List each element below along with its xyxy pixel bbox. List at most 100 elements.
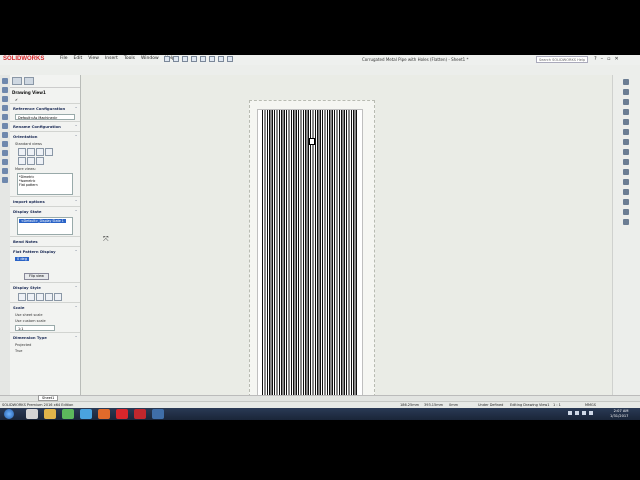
- hole-callout-icon[interactable]: [2, 150, 8, 156]
- help-search-input[interactable]: Search SOLIDWORKS Help: [536, 56, 588, 63]
- view-isometric-icon[interactable]: [36, 157, 44, 165]
- bend-notes-checkbox[interactable]: Bend Notes: [13, 239, 38, 244]
- hidden-lines-removed-icon[interactable]: [36, 293, 44, 301]
- reference-configuration-header[interactable]: Reference Configuration ˄: [10, 103, 80, 113]
- display-state-header[interactable]: Display State ˄: [10, 206, 80, 216]
- language-icon[interactable]: [589, 411, 593, 415]
- rename-configuration-header[interactable]: Rename Configuration ˅: [10, 121, 80, 131]
- view-back-icon[interactable]: [27, 148, 35, 156]
- file-explorer-icon[interactable]: [623, 99, 629, 105]
- orientation-header[interactable]: Orientation ˄: [10, 131, 80, 141]
- import-options-header[interactable]: Import options ˅: [10, 196, 80, 206]
- display-state-item[interactable]: <Default>_Display State 1: [19, 219, 66, 223]
- feature-manager-tab[interactable]: [12, 77, 22, 85]
- property-manager-tab[interactable]: [24, 77, 34, 85]
- more-view-flat-pattern[interactable]: Flat pattern: [19, 183, 71, 187]
- sketch-rectangle-icon[interactable]: [623, 179, 629, 185]
- dimension-type-header[interactable]: Dimension Type ˄: [10, 332, 80, 342]
- folder-taskbar-icon[interactable]: [44, 409, 56, 419]
- sketch-trim-icon[interactable]: [623, 219, 629, 225]
- wireframe-icon[interactable]: [18, 293, 26, 301]
- shaded-with-edges-icon[interactable]: [45, 293, 53, 301]
- view-left-icon[interactable]: [36, 148, 44, 156]
- view-front-icon[interactable]: [18, 148, 26, 156]
- solidworks-logo[interactable]: SOLIDWORKS: [3, 56, 44, 62]
- undo-icon[interactable]: [200, 56, 206, 62]
- drawing-view-flat-pattern[interactable]: [257, 109, 363, 397]
- volume-icon[interactable]: [575, 411, 579, 415]
- hidden-lines-visible-icon[interactable]: [27, 293, 35, 301]
- design-library-icon[interactable]: [623, 89, 629, 95]
- sketch-point-icon[interactable]: [623, 189, 629, 195]
- network-icon[interactable]: [568, 411, 572, 415]
- start-button-icon[interactable]: [4, 409, 14, 419]
- close-icon[interactable]: ✕: [615, 56, 619, 62]
- reference-configuration-select[interactable]: Default<As Machined>: [15, 114, 75, 120]
- model-items-icon[interactable]: [2, 87, 8, 93]
- note-icon[interactable]: [2, 96, 8, 102]
- menu-edit[interactable]: Edit: [74, 56, 83, 61]
- menu-window[interactable]: Window: [141, 56, 159, 61]
- sketch-text-icon[interactable]: [623, 209, 629, 215]
- menu-file[interactable]: File: [60, 56, 68, 61]
- menu-insert[interactable]: Insert: [105, 56, 118, 61]
- restore-icon[interactable]: ▫: [607, 56, 610, 62]
- select-icon[interactable]: [209, 56, 215, 62]
- custom-scale-select[interactable]: 1:1: [15, 325, 55, 331]
- display-state-list[interactable]: <Default>_Display State 1: [17, 217, 73, 235]
- graphics-area[interactable]: ⤧: [81, 75, 612, 402]
- more-views-list[interactable]: *Dimetric *Isometric Flat pattern: [17, 173, 73, 195]
- forum-icon[interactable]: [623, 139, 629, 145]
- recorder-taskbar-icon[interactable]: [152, 409, 164, 419]
- flip-view-button[interactable]: Flip view: [24, 273, 49, 280]
- print-icon[interactable]: [191, 56, 197, 62]
- open-folder-icon[interactable]: [173, 56, 179, 62]
- sketch-circle-icon[interactable]: [623, 159, 629, 165]
- view-bottom-icon[interactable]: [27, 157, 35, 165]
- table-icon[interactable]: [2, 177, 8, 183]
- status-scale[interactable]: 1 : 1: [553, 403, 561, 407]
- rebuild-icon[interactable]: [218, 56, 224, 62]
- appearances-icon[interactable]: [623, 119, 629, 125]
- status-units[interactable]: MMGS: [585, 403, 596, 407]
- shaded-icon[interactable]: [54, 293, 62, 301]
- menu-tools[interactable]: Tools: [124, 56, 135, 61]
- scale-header[interactable]: Scale ˄: [10, 302, 80, 312]
- taskbar-clock[interactable]: 2:07 AM 1/31/2017: [610, 409, 628, 419]
- display-style-header[interactable]: Display Style ˄: [10, 282, 80, 292]
- balloon-icon[interactable]: [2, 105, 8, 111]
- use-custom-scale-radio[interactable]: Use custom scale: [10, 318, 80, 324]
- view-top-icon[interactable]: [18, 157, 26, 165]
- menu-view[interactable]: View: [88, 56, 99, 61]
- flat-pattern-display-header[interactable]: Flat Pattern Display ˄: [10, 246, 80, 256]
- geometric-tolerance-icon[interactable]: [2, 168, 8, 174]
- custom-properties-icon[interactable]: [623, 129, 629, 135]
- bend-notes-header[interactable]: Bend Notes: [10, 236, 80, 246]
- weld-symbol-icon[interactable]: [2, 141, 8, 147]
- chrome-taskbar-icon[interactable]: [80, 409, 92, 419]
- minimize-icon[interactable]: –: [601, 56, 604, 62]
- surface-finish-icon[interactable]: [2, 132, 8, 138]
- options-gear-icon[interactable]: [227, 56, 233, 62]
- centerline-icon[interactable]: [2, 114, 8, 120]
- solidworks-resources-icon[interactable]: [623, 79, 629, 85]
- solidworks-active-taskbar-icon[interactable]: [134, 409, 146, 419]
- view-palette-icon[interactable]: [623, 109, 629, 115]
- flat-pattern-angle-field[interactable]: 0 deg: [15, 257, 29, 261]
- true-radio[interactable]: True: [10, 348, 80, 354]
- center-mark-icon[interactable]: [2, 123, 8, 129]
- smart-dimension-icon[interactable]: [2, 78, 8, 84]
- sketch-spline-icon[interactable]: [623, 199, 629, 205]
- sketch-line-icon[interactable]: [623, 149, 629, 155]
- explorer-taskbar-icon[interactable]: [26, 409, 38, 419]
- view-right-icon[interactable]: [45, 148, 53, 156]
- new-document-icon[interactable]: [164, 56, 170, 62]
- utorrent-taskbar-icon[interactable]: [62, 409, 74, 419]
- datum-feature-icon[interactable]: [2, 159, 8, 165]
- help-icon[interactable]: ?: [594, 56, 597, 62]
- flag-icon[interactable]: [582, 411, 586, 415]
- solidworks-taskbar-icon[interactable]: [116, 409, 128, 419]
- sketch-arc-icon[interactable]: [623, 169, 629, 175]
- save-icon[interactable]: [182, 56, 188, 62]
- firefox-taskbar-icon[interactable]: [98, 409, 110, 419]
